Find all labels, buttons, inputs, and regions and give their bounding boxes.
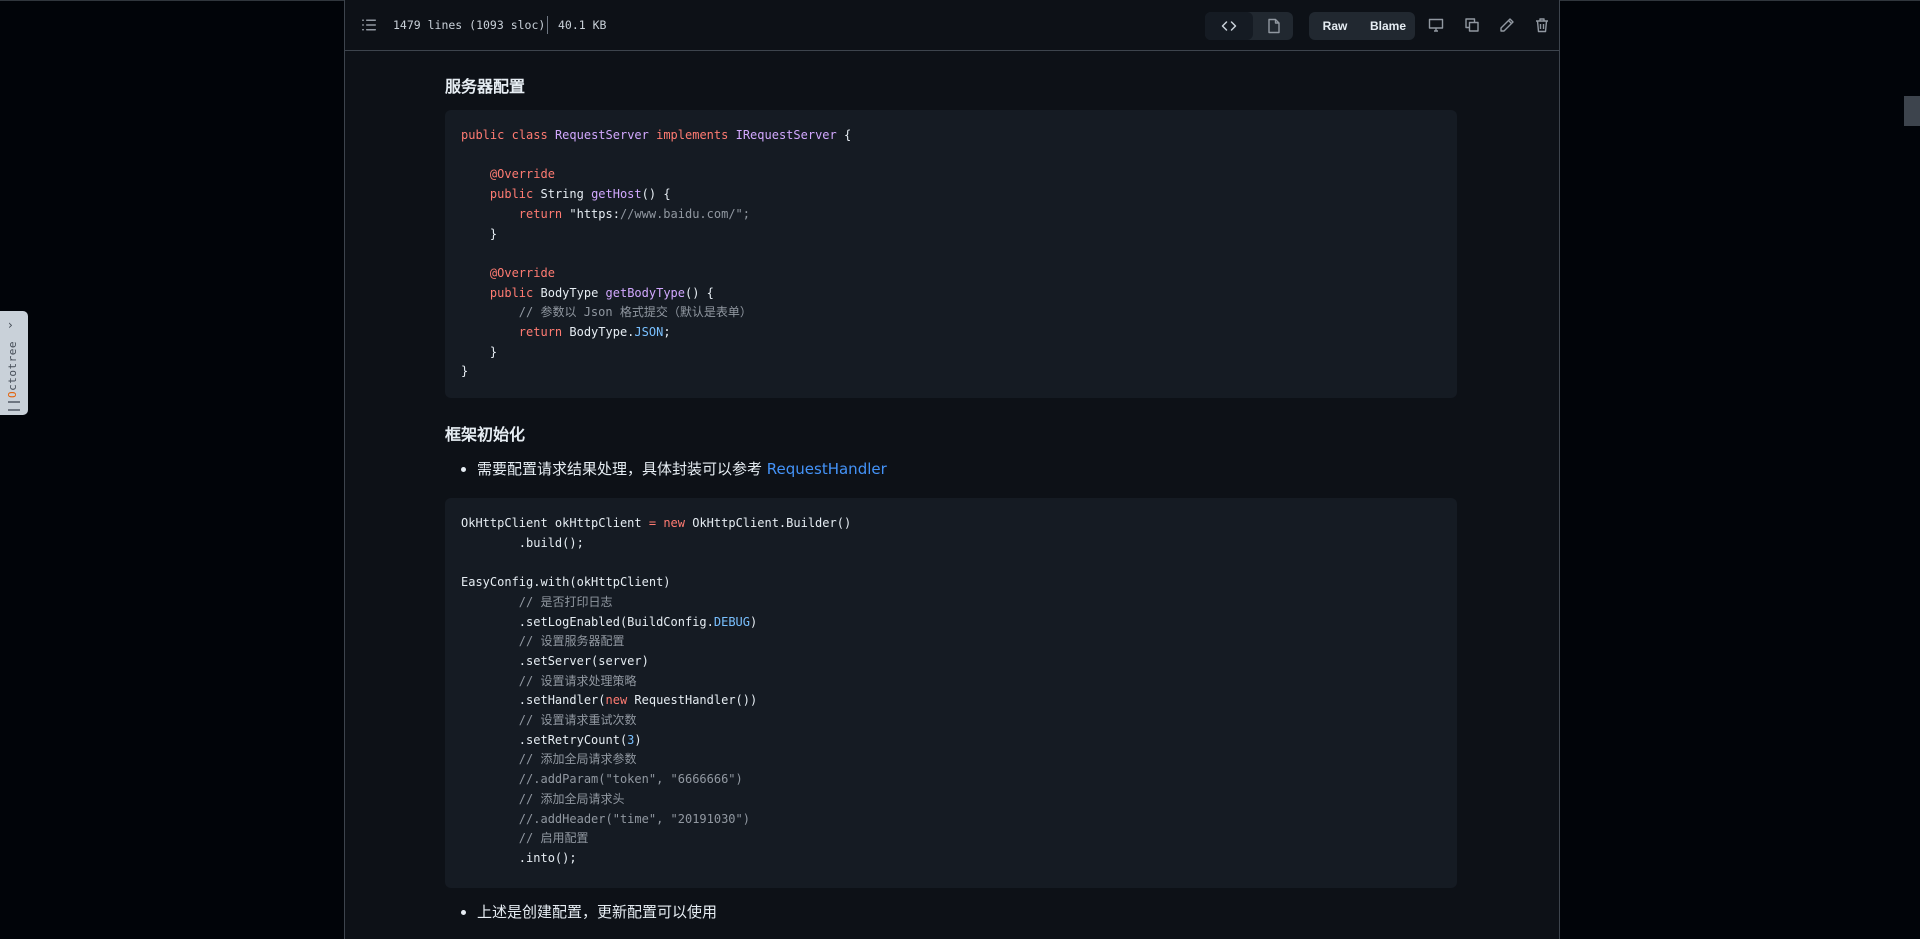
pencil-icon (1500, 18, 1514, 32)
edit-file-button[interactable] (1496, 14, 1518, 36)
code-block-request-server: public class RequestServer implements IR… (445, 110, 1457, 398)
list-item: 上述是创建配置，更新配置可以使用 (477, 901, 717, 923)
chevron-right-icon: › (8, 318, 13, 332)
file-view-panel: 1479 lines (1093 sloc) 40.1 KB Raw Blame (344, 0, 1560, 939)
header-divider (547, 16, 548, 34)
bullet-text: 上述是创建配置，更新配置可以使用 (477, 903, 718, 921)
request-handler-link[interactable]: RequestHandler (767, 460, 887, 478)
list-item: 需要配置请求结果处理，具体封装可以参考 RequestHandler (477, 458, 887, 480)
lines-count: 1479 lines (1093 sloc) (393, 18, 546, 32)
code-view-button[interactable] (1205, 12, 1253, 40)
code-icon (1221, 21, 1237, 31)
preview-view-button[interactable] (1255, 12, 1293, 40)
view-toggle-group (1205, 12, 1293, 40)
bullet-text: 需要配置请求结果处理，具体封装可以参考 (477, 460, 767, 478)
code-block-easy-config: OkHttpClient okHttpClient = new OkHttpCl… (445, 498, 1457, 888)
octotree-label: Octotree (6, 341, 19, 398)
raw-blame-group: Raw Blame (1309, 12, 1415, 40)
desktop-icon (1428, 18, 1444, 32)
heading-framework-init: 框架初始化 (445, 425, 526, 444)
blame-button[interactable]: Blame (1361, 12, 1415, 40)
heading-server-config: 服务器配置 (445, 77, 526, 96)
copy-icon (1465, 18, 1479, 32)
file-icon (1268, 18, 1280, 34)
octotree-sidebar-toggle[interactable]: › Octotree (0, 311, 28, 415)
grabber-icon[interactable] (8, 401, 20, 411)
delete-file-button[interactable] (1531, 14, 1553, 36)
copy-raw-button[interactable] (1461, 14, 1483, 36)
outline-button[interactable] (358, 14, 380, 36)
bullet-list-1: 需要配置请求结果处理，具体封装可以参考 RequestHandler (445, 458, 887, 480)
page-scrollbar-thumb[interactable] (1904, 96, 1920, 126)
raw-button[interactable]: Raw (1309, 12, 1361, 40)
open-desktop-button[interactable] (1425, 14, 1447, 36)
list-unordered-icon (362, 19, 376, 31)
trash-icon (1536, 18, 1548, 33)
file-header: 1479 lines (1093 sloc) 40.1 KB Raw Blame (345, 0, 1559, 51)
file-size: 40.1 KB (558, 18, 607, 32)
bullet-list-2: 上述是创建配置，更新配置可以使用 (445, 901, 717, 923)
